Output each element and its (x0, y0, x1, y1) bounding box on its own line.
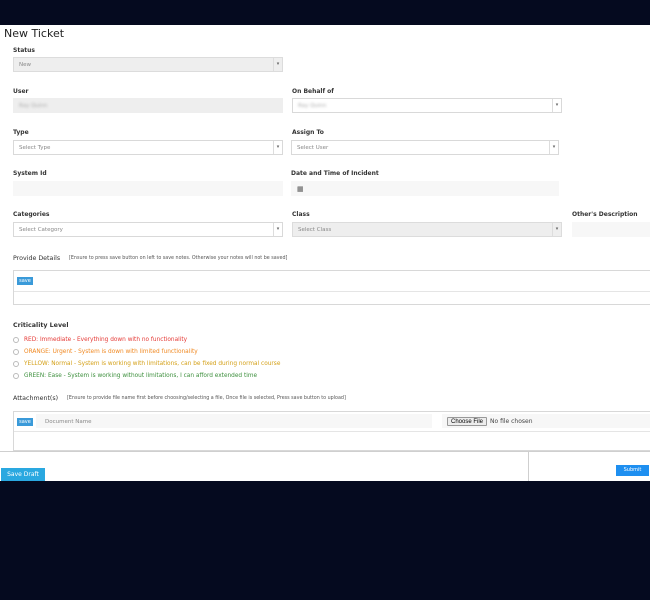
page-title: New Ticket (4, 27, 65, 40)
details-note: [Ensure to press save button on left to … (69, 256, 288, 261)
details-editor[interactable]: save (13, 270, 650, 305)
submit-button[interactable]: Submit (616, 465, 649, 476)
criticality-label: Criticality Level (13, 322, 69, 329)
chevron-down-icon: ▾ (273, 141, 282, 154)
criticality-option-red: RED: Immediate - Everything down with no… (24, 337, 188, 343)
document-name-placeholder: Document Name (45, 419, 92, 425)
user-value: Ray Quinn (19, 103, 48, 109)
on-behalf-select[interactable]: Ray Quinn ▾ (292, 98, 562, 113)
choose-file-button[interactable]: Choose File (447, 417, 487, 426)
others-description-label: Other's Description (572, 211, 638, 218)
chevron-down-icon: ▾ (273, 223, 282, 236)
assign-to-placeholder: Select User (297, 145, 329, 151)
chevron-down-icon: ▾ (552, 223, 561, 236)
system-id-label: System Id (13, 170, 47, 177)
no-file-text: No file chosen (490, 418, 533, 425)
save-draft-button[interactable]: Save Draft (1, 468, 45, 481)
calendar-icon[interactable]: ▦ (297, 185, 304, 193)
attachment-divider (14, 431, 650, 432)
criticality-option-yellow: YELLOW: Normal - System is working with … (24, 361, 281, 367)
type-select[interactable]: Select Type ▾ (13, 140, 283, 155)
status-select[interactable]: New ▾ (13, 57, 283, 72)
on-behalf-label: On Behalf of (292, 88, 334, 95)
ticket-form-page: New Ticket Status New ▾ User Ray Quinn O… (0, 25, 650, 481)
attachments-panel: save Document Name (13, 411, 650, 451)
details-label: Provide Details (13, 255, 61, 262)
footer-split (528, 451, 529, 481)
chevron-down-icon: ▾ (549, 141, 558, 154)
user-label: User (13, 88, 29, 95)
date-time-label: Date and Time of Incident (291, 170, 379, 177)
footer-divider (0, 451, 650, 452)
radio-red[interactable] (13, 337, 19, 343)
class-select[interactable]: Select Class ▾ (292, 222, 562, 237)
categories-label: Categories (13, 211, 50, 218)
chevron-down-icon: ▾ (552, 99, 561, 112)
others-description-input[interactable] (572, 222, 650, 237)
criticality-option-orange: ORANGE: Urgent - System is down with lim… (24, 349, 198, 355)
status-value: New (19, 62, 31, 68)
attachment-save-button[interactable]: save (17, 418, 33, 426)
categories-select[interactable]: Select Category ▾ (13, 222, 283, 237)
radio-orange[interactable] (13, 349, 19, 355)
system-id-input[interactable] (13, 181, 283, 196)
user-field: Ray Quinn (13, 98, 283, 113)
radio-green[interactable] (13, 373, 19, 379)
assign-to-select[interactable]: Select User ▾ (291, 140, 559, 155)
editor-divider (14, 291, 650, 292)
document-name-input[interactable]: Document Name (36, 414, 432, 428)
type-placeholder: Select Type (19, 145, 51, 151)
assign-to-label: Assign To (292, 129, 324, 136)
radio-yellow[interactable] (13, 361, 19, 367)
status-label: Status (13, 47, 35, 54)
date-time-input[interactable]: ▦ (291, 181, 559, 196)
attachments-note: [Ensure to provide file name first befor… (67, 396, 346, 401)
criticality-option-green: GREEN: Ease - System is working without … (24, 373, 258, 379)
categories-placeholder: Select Category (19, 227, 63, 233)
on-behalf-value: Ray Quinn (298, 103, 327, 109)
attachments-label: Attachment(s) (13, 395, 59, 402)
type-label: Type (13, 129, 29, 136)
details-save-button[interactable]: save (17, 277, 33, 285)
class-placeholder: Select Class (298, 227, 332, 233)
class-label: Class (292, 211, 310, 218)
chevron-down-icon: ▾ (273, 58, 282, 71)
